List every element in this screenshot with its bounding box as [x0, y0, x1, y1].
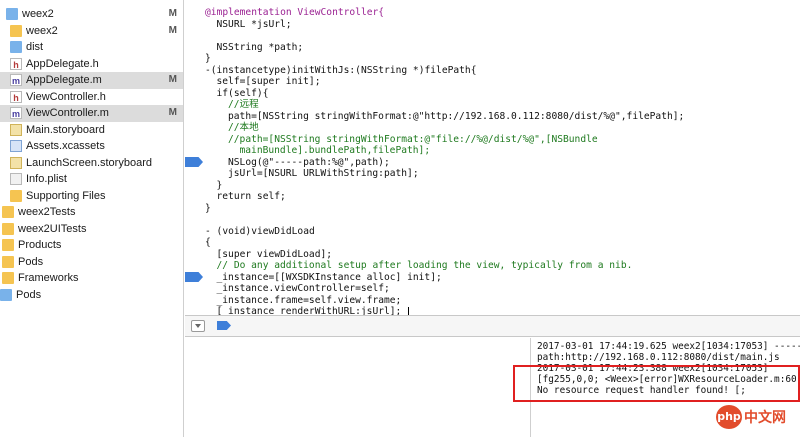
line-gutter[interactable] — [185, 0, 205, 315]
navigator-item-label: weex2Tests — [18, 206, 76, 218]
hide-debug-area-icon[interactable] — [191, 320, 205, 332]
navigator-item-label: dist — [26, 41, 44, 53]
navigator-item-label: Products — [18, 239, 62, 251]
code-line[interactable]: } — [205, 53, 211, 65]
folder-icon — [2, 222, 14, 235]
implementation-file-icon: m — [10, 107, 22, 119]
folder-icon — [2, 255, 14, 268]
breakpoints-toggle-icon[interactable] — [217, 321, 231, 330]
header-file-icon: h — [10, 90, 22, 103]
code-line[interactable]: if(self){ — [217, 88, 269, 100]
navigator-item[interactable]: h AppDelegate.h — [0, 56, 183, 73]
code-editor[interactable]: @implementation ViewController{NSURL *js… — [185, 0, 800, 315]
navigator-item[interactable]: weex2UITests — [0, 221, 183, 238]
header-file-icon: h — [10, 57, 22, 70]
navigator-item[interactable]: Pods — [0, 287, 183, 304]
navigator-item[interactable]: dist — [0, 39, 183, 56]
navigator-item[interactable]: weex2 M — [0, 23, 183, 40]
code-line[interactable]: NSString *path; — [217, 42, 304, 54]
project-navigator: weex2 Mweex2 Mdist h AppDelegate.h m AppDelega… — [0, 0, 184, 437]
code-line[interactable]: } — [205, 203, 211, 215]
code-line[interactable]: return self; — [217, 191, 286, 203]
php-cn-watermark: php 中文网 — [716, 405, 796, 429]
navigator-item-label: Pods — [16, 288, 42, 301]
code-line[interactable]: //本地 — [228, 122, 259, 134]
text-cursor — [407, 307, 409, 315]
navigator-item-label: weex2UITests — [18, 222, 87, 235]
folder-reference-icon — [10, 41, 22, 53]
code-line[interactable]: [_instance renderWithURL:jsUrl]; — [217, 306, 402, 315]
folder-icon — [2, 272, 14, 284]
navigator-item-label: Info.plist — [26, 173, 67, 185]
code-line[interactable]: [super viewDidLoad]; — [217, 249, 333, 261]
code-line[interactable]: self=[super init]; — [217, 76, 321, 88]
code-line[interactable]: mainBundle].bundlePath,filePath]; — [240, 145, 431, 157]
code-line[interactable]: NSURL *jsUrl; — [217, 19, 292, 31]
code-line[interactable]: _instance=[[WXSDKInstance alloc] init]; — [217, 272, 442, 284]
code-line[interactable]: @implementation ViewController{ — [205, 7, 384, 19]
code-line[interactable]: //path=[NSString stringWithFormat:@"file… — [228, 134, 598, 146]
navigator-item-label: Supporting Files — [26, 189, 106, 202]
variables-view — [185, 338, 530, 437]
navigator-item[interactable]: Frameworks — [0, 270, 183, 287]
navigator-item[interactable]: LaunchScreen.storyboard — [0, 155, 183, 172]
error-highlight-box — [513, 365, 800, 402]
navigator-item-label: Assets.xcassets — [26, 140, 105, 152]
code-line[interactable]: - (void)viewDidLoad — [205, 226, 315, 238]
debug-bar — [185, 315, 800, 337]
navigator-item[interactable]: Supporting Files — [0, 188, 183, 205]
code-line[interactable]: //远程 — [228, 99, 259, 111]
folder-icon — [10, 189, 22, 202]
project-icon — [6, 8, 18, 20]
implementation-file-icon: m — [10, 74, 22, 86]
navigator-item-label: ViewController.m — [26, 107, 109, 119]
navigator-item-label: weex2 — [26, 24, 58, 37]
asset-catalog-icon — [10, 140, 22, 152]
source-control-status-badge: M — [168, 24, 177, 36]
navigator-item[interactable]: Info.plist — [0, 171, 183, 188]
storyboard-icon — [10, 156, 22, 169]
code-line[interactable]: jsUrl=[NSURL URLWithString:path]; — [228, 168, 419, 180]
breakpoint-marker[interactable] — [185, 157, 203, 167]
console-line: path:http://192.168.0.112:8080/dist/main… — [537, 352, 780, 363]
navigator-item-label: AppDelegate.h — [26, 57, 99, 70]
navigator-item[interactable]: m ViewController.m M — [0, 105, 183, 122]
source-control-status-badge: M — [168, 107, 177, 118]
navigator-item[interactable]: m AppDelegate.m M — [0, 72, 183, 89]
navigator-item[interactable]: Main.storyboard — [0, 122, 183, 139]
breakpoint-marker[interactable] — [185, 272, 203, 282]
source-control-status-badge: M — [168, 74, 177, 85]
navigator-item[interactable]: weex2 M — [0, 6, 183, 23]
source-control-status-badge: M — [168, 8, 177, 19]
code-line[interactable]: NSLog(@"-----path:%@",path); — [228, 157, 390, 169]
navigator-item-label: LaunchScreen.storyboard — [26, 156, 152, 169]
code-line[interactable]: -(instancetype)initWithJs:(NSString *)fi… — [205, 65, 476, 77]
navigator-item[interactable]: weex2Tests — [0, 204, 183, 221]
folder-icon — [2, 206, 14, 218]
navigator-item-label: Pods — [18, 255, 44, 268]
navigator-item[interactable]: Assets.xcassets — [0, 138, 183, 155]
navigator-item-label: Main.storyboard — [26, 123, 105, 136]
plist-icon — [10, 173, 22, 185]
code-line[interactable]: _instance.frame=self.view.frame; — [217, 295, 402, 307]
navigator-item[interactable]: Products — [0, 237, 183, 254]
code-line[interactable]: _instance.viewController=self; — [217, 283, 390, 295]
console-line: 2017-03-01 17:44:19.625 weex2[1034:17053… — [537, 341, 800, 352]
storyboard-icon — [10, 123, 22, 136]
navigator-item-label: ViewController.h — [26, 90, 106, 103]
navigator-item[interactable]: Pods — [0, 254, 183, 271]
navigator-item-label: weex2 — [22, 8, 54, 20]
watermark-logo: php — [716, 405, 742, 429]
folder-icon — [2, 239, 14, 251]
project-icon — [0, 288, 12, 301]
code-line[interactable]: { — [205, 237, 211, 249]
watermark-text: 中文网 — [744, 410, 786, 426]
code-line[interactable]: path=[NSString stringWithFormat:@"http:/… — [228, 111, 684, 123]
navigator-item[interactable]: h ViewController.h — [0, 89, 183, 106]
code-line[interactable]: // Do any additional setup after loading… — [217, 260, 633, 272]
code-line[interactable]: } — [217, 180, 223, 192]
navigator-item-label: AppDelegate.m — [26, 74, 102, 86]
folder-icon — [10, 24, 22, 37]
navigator-item-label: Frameworks — [18, 272, 79, 284]
